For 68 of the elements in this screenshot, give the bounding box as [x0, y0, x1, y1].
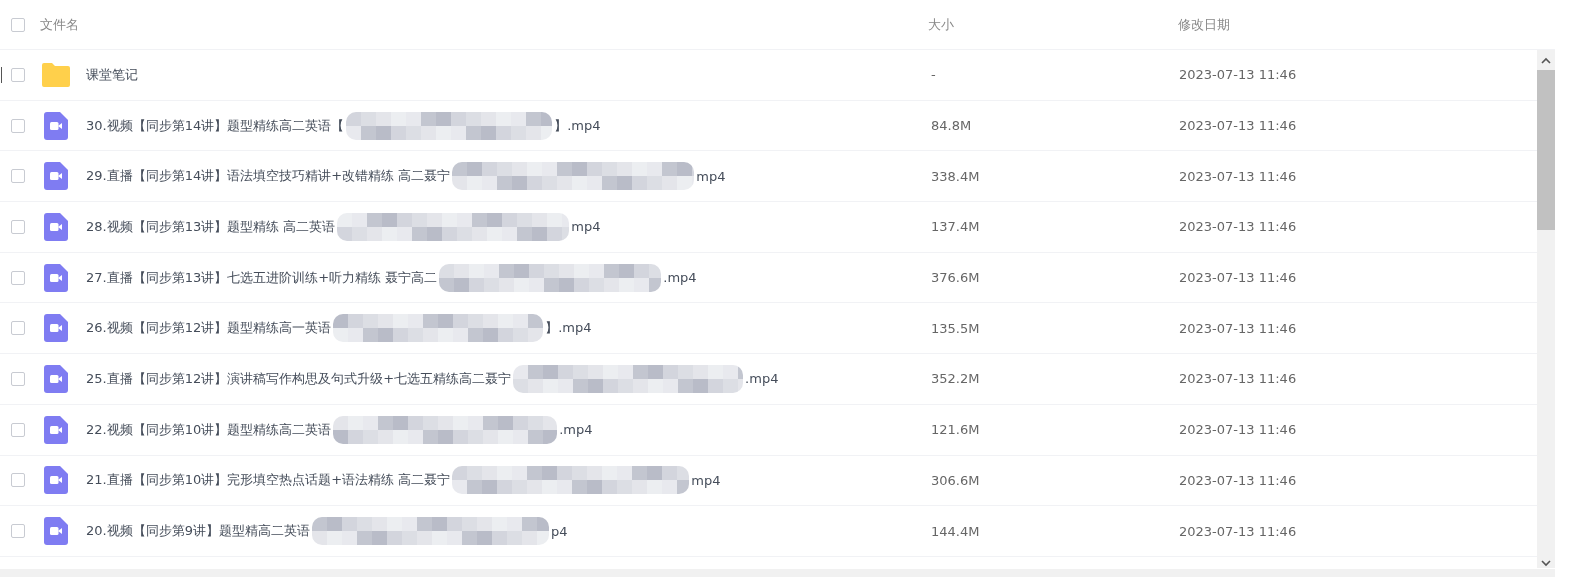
column-header[interactable]: 修改日期	[1178, 15, 1230, 34]
select-all-checkbox[interactable]	[11, 17, 25, 32]
modified-date: 2023-07-13 11:46	[1179, 67, 1297, 83]
file-extension: .mp4	[559, 422, 593, 438]
video-file-icon	[44, 162, 68, 191]
video-file-icon	[44, 517, 68, 546]
modified-date: 2023-07-13 11:46	[1179, 118, 1297, 134]
file-extension: .mp4	[745, 371, 779, 387]
file-name[interactable]: 27.直播【同步第13讲】七选五进阶训练+听力精练 聂宁高二	[86, 268, 438, 287]
file-name[interactable]: 28.视频【同步第13讲】题型精练 高二英语	[86, 217, 336, 236]
file-extension: .mp4	[663, 270, 697, 286]
file-name[interactable]: 课堂笔记	[86, 65, 138, 84]
modified-date: 2023-07-13 11:46	[1179, 219, 1297, 235]
modified-date: 2023-07-13 11:46	[1179, 168, 1297, 184]
file-size: 376.6M	[931, 270, 981, 286]
modified-date: 2023-07-13 11:46	[1179, 523, 1297, 539]
file-extension: p4	[550, 523, 568, 539]
video-file-icon	[44, 364, 68, 393]
modified-date: 2023-07-13 11:46	[1179, 270, 1297, 286]
column-header[interactable]: 文件名	[40, 15, 928, 34]
file-extension: 】.mp4	[545, 319, 592, 338]
row-checkbox[interactable]	[11, 118, 25, 133]
row-checkbox[interactable]	[11, 371, 25, 386]
file-size: -	[931, 67, 937, 83]
file-size: 84.8M	[931, 118, 973, 134]
row-checkbox[interactable]	[11, 422, 25, 437]
modified-date: 2023-07-13 11:46	[1179, 371, 1297, 387]
modified-date: 2023-07-13 11:46	[1179, 320, 1297, 336]
file-name[interactable]: 22.视频【同步第10讲】题型精练高二英语	[86, 420, 332, 439]
column-header[interactable]: 大小	[928, 15, 1178, 34]
file-size: 137.4M	[931, 219, 981, 235]
folder-icon	[41, 62, 71, 87]
file-name[interactable]: 20.视频【同步第9讲】题型精高二英语	[86, 522, 310, 541]
modified-date: 2023-07-13 11:46	[1179, 422, 1297, 438]
file-extension: mp4	[691, 472, 721, 488]
video-file-icon	[44, 263, 68, 292]
modified-date: 2023-07-13 11:46	[1179, 472, 1297, 488]
video-file-icon	[44, 466, 68, 495]
file-name[interactable]: 25.直播【同步第12讲】演讲稿写作构思及句式升级+七选五精练高二聂宁	[86, 369, 512, 388]
file-extension: mp4	[571, 219, 601, 235]
file-size: 121.6M	[931, 422, 981, 438]
file-name[interactable]: 30.视频【同步第14讲】题型精练高二英语【	[86, 116, 345, 135]
scroll-down-icon[interactable]	[1540, 558, 1552, 568]
file-size: 352.2M	[931, 371, 981, 387]
file-name[interactable]: 29.直播【同步第14讲】语法填空技巧精讲+改错精练 高二聂宁	[86, 167, 451, 186]
row-checkbox[interactable]	[11, 67, 25, 82]
scroll-up-icon[interactable]	[1540, 56, 1552, 66]
file-extension: 】.mp4	[554, 116, 601, 135]
row-checkbox[interactable]	[11, 473, 25, 488]
file-name[interactable]: 21.直播【同步第10讲】完形填空热点话题+语法精练 高二聂宁	[86, 471, 451, 490]
row-checkbox[interactable]	[11, 524, 25, 539]
file-size: 135.5M	[931, 320, 981, 336]
file-size: 338.4M	[931, 168, 981, 184]
vertical-scrollbar[interactable]	[1537, 50, 1555, 568]
video-file-icon	[44, 415, 68, 444]
video-file-icon	[44, 314, 68, 343]
row-checkbox[interactable]	[11, 270, 25, 285]
scrollbar-thumb[interactable]	[1537, 70, 1555, 230]
file-size: 306.6M	[931, 472, 981, 488]
row-checkbox[interactable]	[11, 321, 25, 336]
text-cursor	[1, 67, 2, 83]
file-name[interactable]: 26.视频【同步第12讲】题型精练高一英语	[86, 319, 332, 338]
file-extension: mp4	[696, 168, 726, 184]
file-size: 144.4M	[931, 523, 981, 539]
row-checkbox[interactable]	[11, 169, 25, 184]
video-file-icon	[44, 212, 68, 241]
video-file-icon	[44, 111, 68, 140]
row-checkbox[interactable]	[11, 219, 25, 234]
